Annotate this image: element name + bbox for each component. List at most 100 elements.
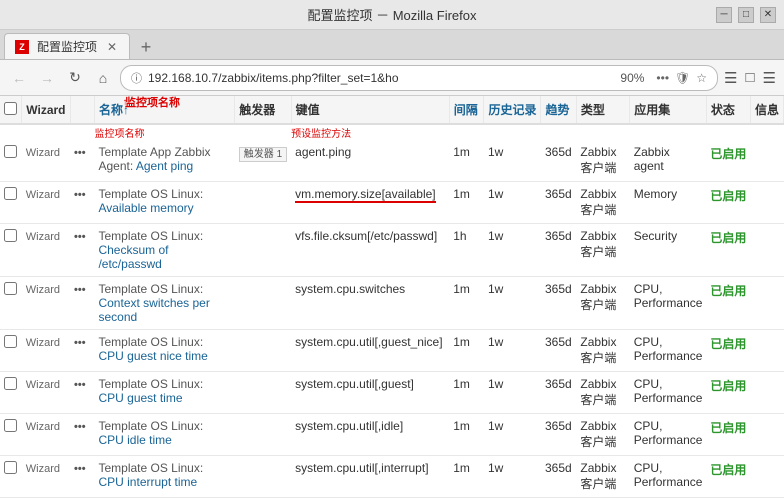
item-name-link[interactable]: Available memory [98,201,193,215]
item-type: Zabbix 客户端 [580,335,616,365]
row-actions-button[interactable]: ••• [74,189,86,201]
item-key: vm.memory.size[available] [295,187,435,203]
table-row: Wizard•••Template OS Linux: CPU guest ni… [0,330,784,372]
menu-icon[interactable]: ☰ [763,69,776,87]
th-info: 信息 [750,96,783,124]
th-appset: 应用集 [630,96,707,124]
th-trend: 趋势 [541,96,576,124]
item-trend: 365d [545,419,572,433]
item-interval: 1m [453,419,470,433]
refresh-button[interactable]: ↻ [64,67,86,89]
item-appset: CPU, Performance [634,461,703,489]
row-checkbox[interactable] [4,145,17,158]
item-status: 已启用 [710,284,746,298]
item-key: system.cpu.util[,idle] [295,419,403,433]
item-trend: 365d [545,335,572,349]
item-appset: CPU, Performance [634,282,703,310]
tabs-icon[interactable]: □ [745,69,754,86]
item-history: 1w [488,419,503,433]
item-interval: 1m [453,335,470,349]
item-name-link[interactable]: CPU guest nice time [98,349,207,363]
row-actions-button[interactable]: ••• [74,231,86,243]
row-actions-button[interactable]: ••• [74,379,86,391]
item-status: 已启用 [710,337,746,351]
back-button[interactable]: ← [8,67,30,89]
item-name-link[interactable]: CPU guest time [98,391,182,405]
item-interval: 1m [453,377,470,391]
wizard-icon: Wizard [26,337,60,349]
item-name-prefix: Template OS Linux: [98,419,203,433]
star-icon[interactable]: ☆ [696,71,707,85]
sidebar-icon[interactable]: ☰ [724,69,737,87]
item-trend: 365d [545,282,572,296]
row-actions-button[interactable]: ••• [74,284,86,296]
table-row: Wizard ••• Template OS Linux: CPU interrup… [0,456,784,498]
address-field[interactable]: ⓘ 192.168.10.7/zabbix/items.php?filter_s… [120,65,718,91]
item-key: system.cpu.util[,guest] [295,377,414,391]
minimize-button[interactable]: ─ [716,7,732,23]
item-key: vfs.file.cksum[/etc/passwd] [295,229,437,243]
row-checkbox[interactable] [4,377,17,390]
item-interval: 1m [453,461,470,475]
item-name-link[interactable]: CPU interrupt time [98,475,197,489]
item-interval: 1h [453,229,466,243]
ellipsis-icon[interactable]: ••• [656,71,669,85]
th-key: 键值 [291,96,449,124]
lock-icon: ⓘ [131,70,142,86]
new-tab-button[interactable]: + [134,35,158,59]
maximize-button[interactable]: □ [738,7,754,23]
row-actions-button[interactable]: ••• [74,147,86,159]
row-actions-button[interactable]: ••• [74,421,86,433]
row-checkbox[interactable] [4,335,17,348]
row-checkbox[interactable] [4,419,17,432]
row-checkbox[interactable] [4,282,17,295]
item-history: 1w [488,282,503,296]
annotation-name-text: 监控项名称 [94,129,144,140]
item-type: Zabbix 客户端 [580,461,616,491]
item-status: 已启用 [710,147,746,161]
row-checkbox[interactable] [4,187,17,200]
item-status: 已启用 [710,231,746,245]
row-checkbox[interactable] [4,229,17,242]
item-interval: 1m [453,187,470,201]
item-appset: CPU, Performance [634,419,703,447]
browser-toolbar: ☰ □ ☰ [724,69,776,87]
item-name-link[interactable]: Context switches per second [98,296,209,324]
item-type: Zabbix 客户端 [580,377,616,407]
item-name-link[interactable]: Checksum of /etc/passwd [98,243,168,271]
item-history: 1w [488,335,503,349]
item-key: system.cpu.util[,interrupt] [295,461,428,475]
active-tab[interactable]: Z 配置监控项 ✕ [4,33,130,59]
trigger-badge[interactable]: 触发器 1 [239,147,287,162]
close-button[interactable]: ✕ [760,7,776,23]
item-key: agent.ping [295,145,351,159]
tab-label: 配置监控项 [37,38,97,55]
shield-icon: 🛡 [675,71,690,85]
table-row: Wizard•••Template App Zabbix Agent: Agen… [0,140,784,182]
wizard-icon: Wizard [26,379,60,391]
row-checkbox[interactable] [4,461,17,474]
row-actions-button[interactable]: ••• [74,337,86,349]
item-key: system.cpu.switches [295,282,405,296]
item-status: 已启用 [710,421,746,435]
row-actions-button[interactable]: ••• [74,463,86,475]
item-type: Zabbix 客户端 [580,419,616,449]
main-content: Wizard 名称↑ 监控项名称 触发器 键值 间隔 历史记录 趋势 类型 应用… [0,96,784,500]
item-name-link[interactable]: CPU idle time [98,433,171,447]
wizard-icon: Wizard [26,147,60,159]
select-all-checkbox[interactable] [4,102,17,115]
wizard-icon: Wizard [26,421,60,433]
th-name[interactable]: 名称↑ 监控项名称 [94,96,234,124]
item-trend: 365d [545,145,572,159]
item-type: Zabbix 客户端 [580,145,616,175]
item-name-link[interactable]: Agent ping [136,159,193,173]
forward-button[interactable]: → [36,67,58,89]
tab-close-button[interactable]: ✕ [105,40,119,54]
arrow-name-label: ↑ [122,97,127,108]
address-text: 192.168.10.7/zabbix/items.php?filter_set… [148,71,608,85]
wizard-icon: Wizard [26,463,60,475]
item-name-prefix: Template OS Linux: [98,461,203,475]
home-button[interactable]: ⌂ [92,67,114,89]
wizard-icon: Wizard [26,189,60,201]
item-trend: 365d [545,461,572,475]
